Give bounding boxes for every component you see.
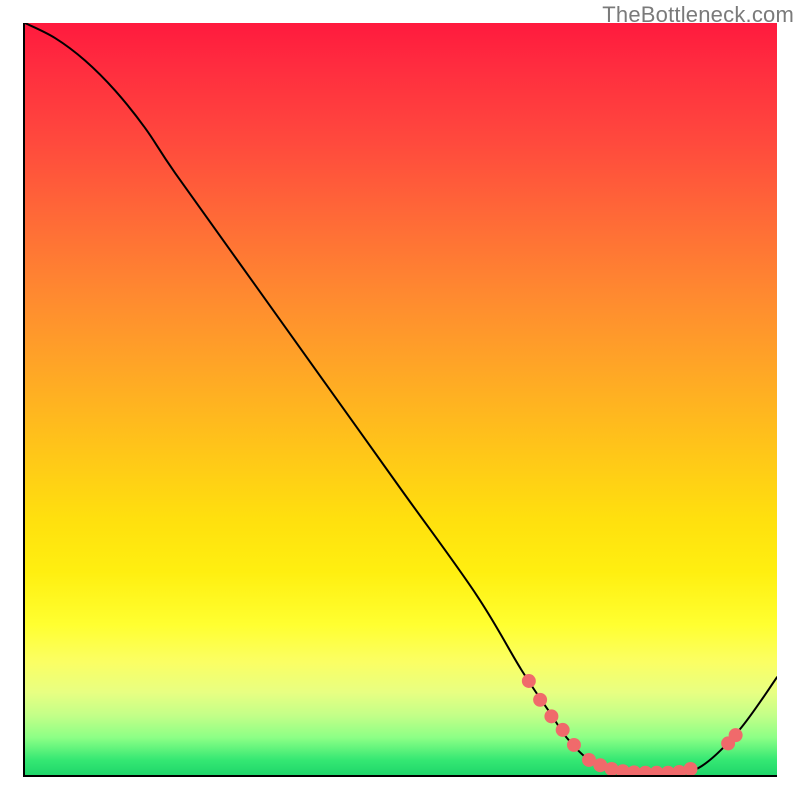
chart-container: TheBottleneck.com [0,0,800,800]
marker-dot [544,709,558,723]
marker-dot [556,723,570,737]
plot-area [23,23,777,777]
curve-line [25,23,777,774]
marker-dot [567,738,581,752]
marker-dot [522,674,536,688]
marker-dot [729,728,743,742]
marker-dot [533,693,547,707]
chart-svg [25,23,777,775]
watermark-text: TheBottleneck.com [602,2,794,28]
marker-dot [684,762,698,775]
